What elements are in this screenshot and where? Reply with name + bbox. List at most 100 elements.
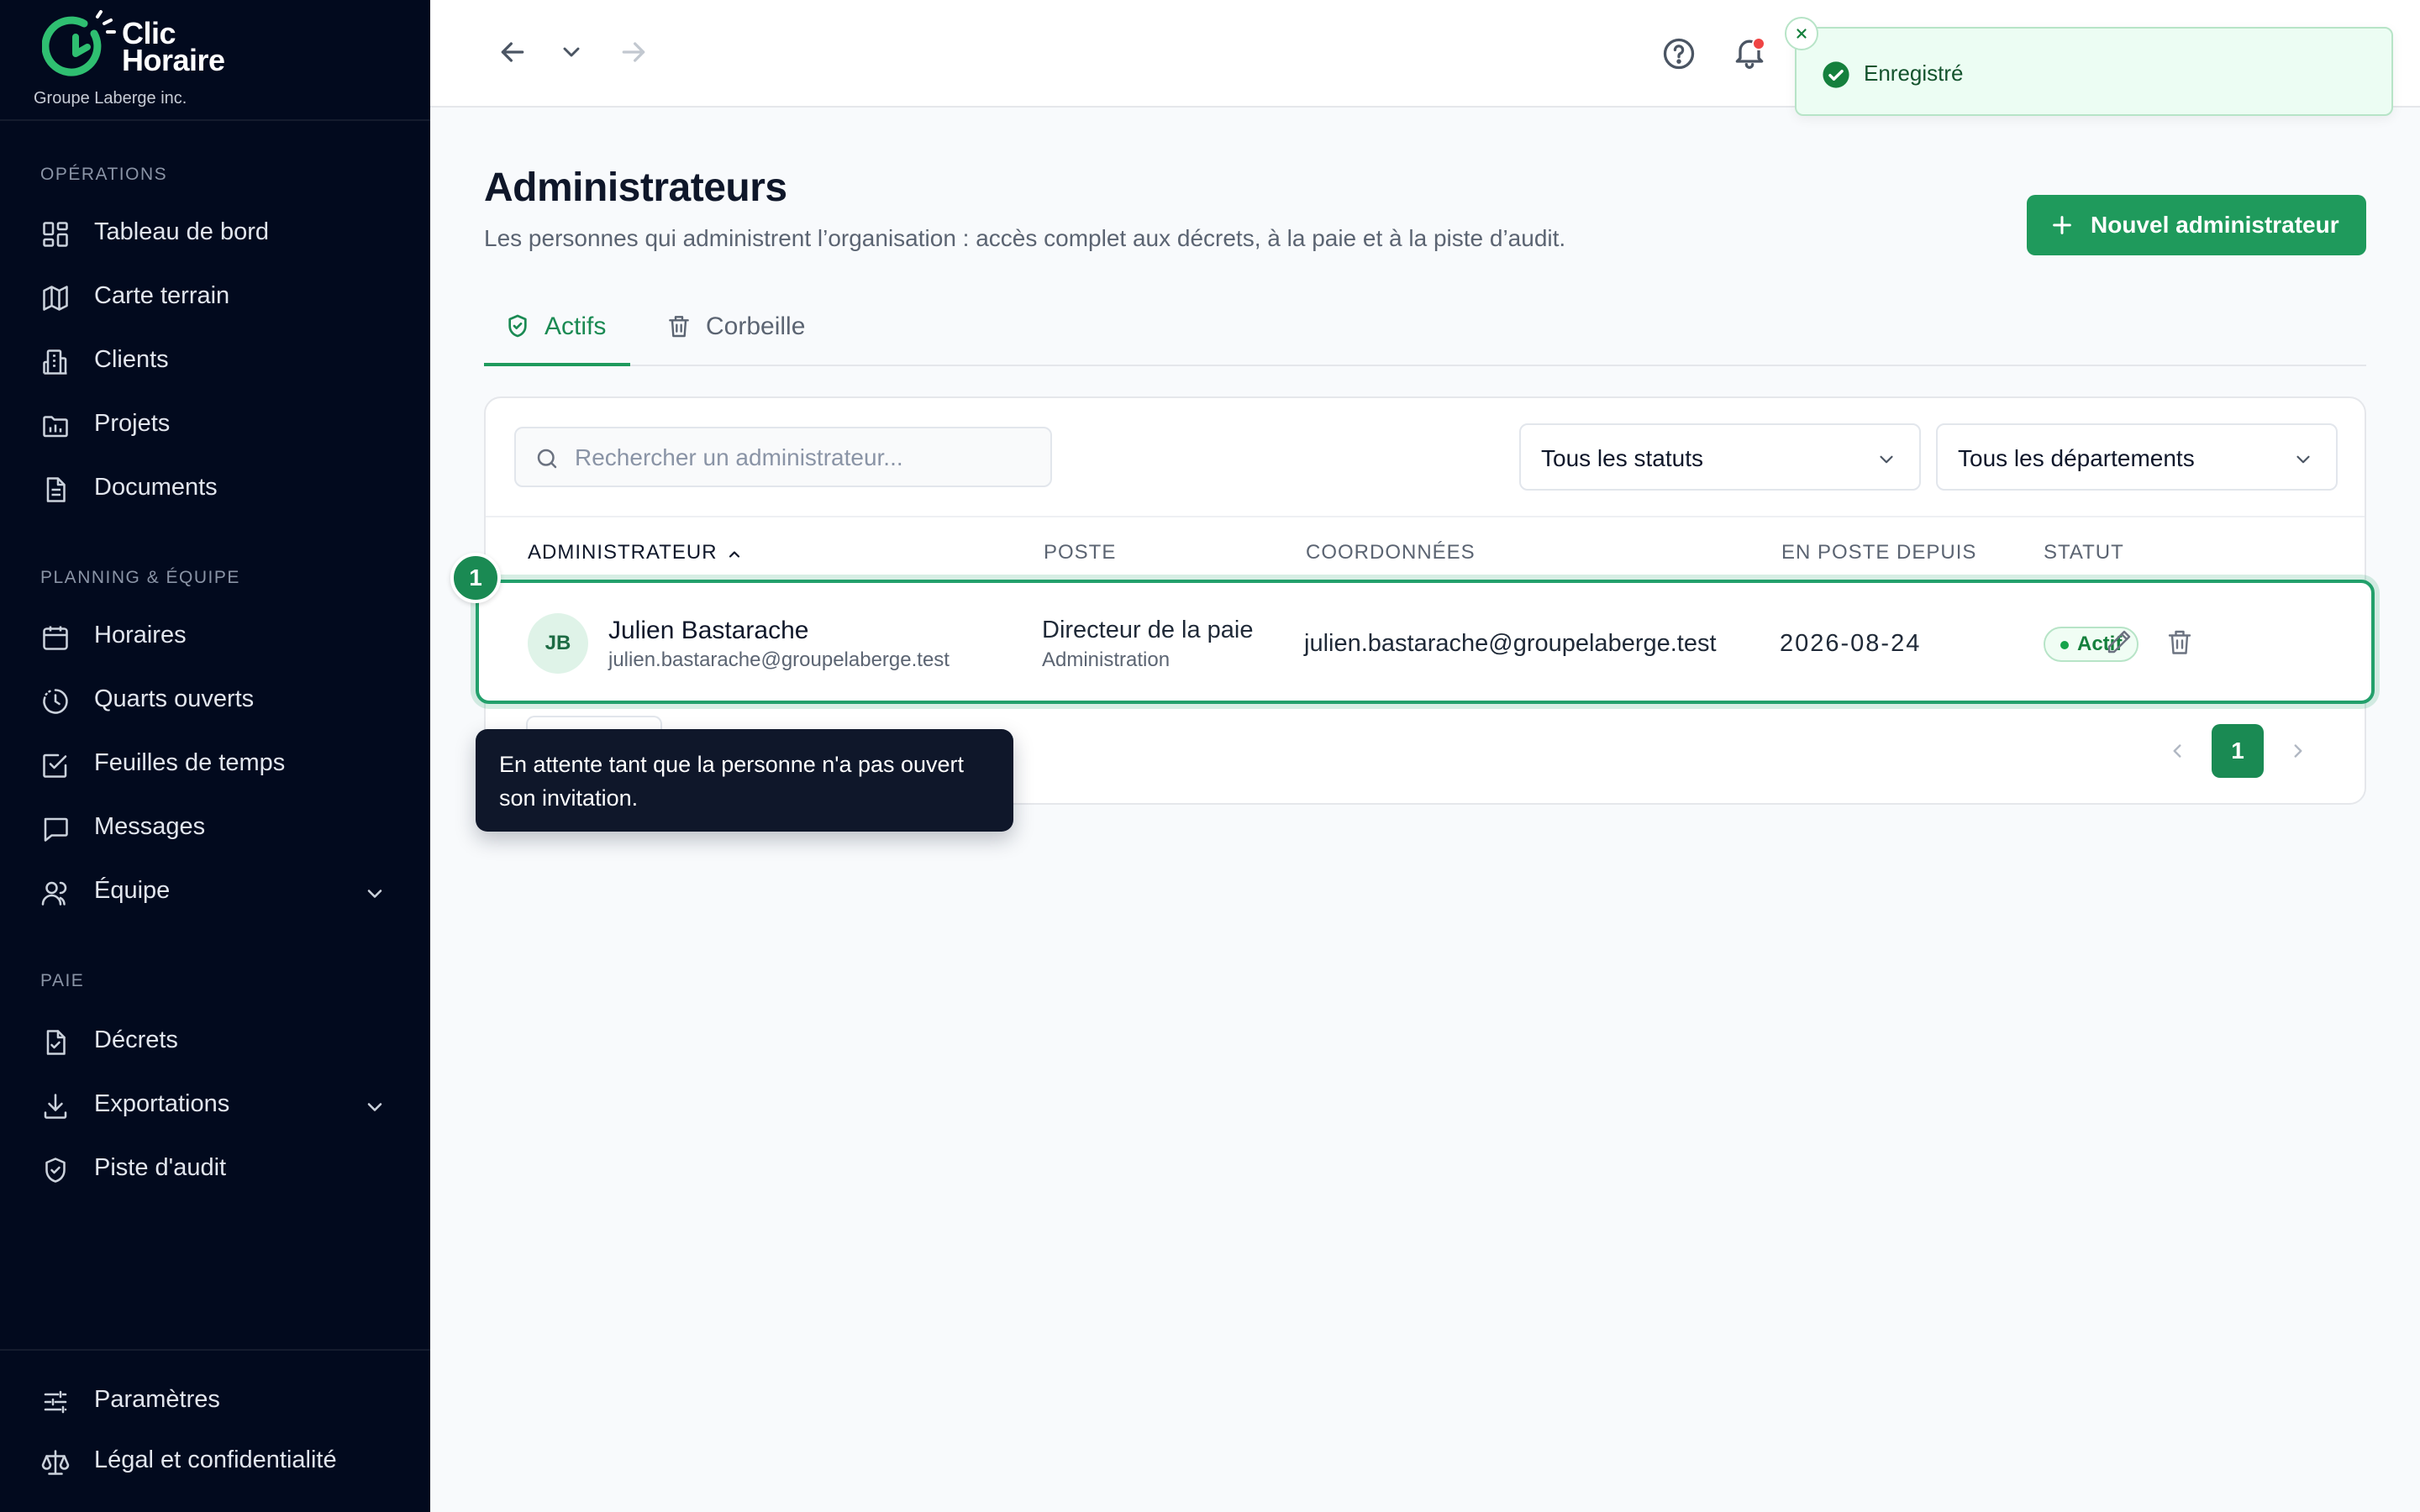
pagination-page-button[interactable]: 1 [2212,724,2264,778]
sidebar-item-timesheets[interactable]: Feuilles de temps [0,738,430,788]
tab-trash[interactable]: Corbeille [645,306,822,366]
shield-check-icon [504,312,531,339]
trash-icon[interactable] [2165,627,2195,657]
sidebar-item-field-map[interactable]: Carte terrain [0,270,430,321]
column-header-administrator[interactable]: ADMINISTRATEUR [528,541,743,564]
sidebar-item-label: Clients [94,345,169,373]
sidebar-item-audit-trail[interactable]: Piste d'audit [0,1142,430,1193]
sidebar-item-schedules[interactable]: Horaires [0,610,430,660]
sidebar-item-label: Messages [94,812,206,840]
tooltip: En attente tant que la personne n'a pas … [476,729,1013,832]
column-header-position[interactable]: POSTE [1044,541,1116,564]
table-row[interactable]: JB Julien Bastarache julien.bastarache@g… [476,580,2375,704]
new-administrator-button[interactable]: Nouvel administrateur [2027,195,2366,255]
sidebar-item-exports[interactable]: Exportations [0,1079,430,1129]
dashboard-grid-icon [40,219,71,249]
chevron-down-icon [1876,449,1897,470]
sidebar-item-label: Projets [94,409,171,437]
tab-label: Corbeille [706,312,806,340]
status-filter-value: Tous les statuts [1541,445,1703,471]
column-header-contact[interactable]: COORDONNÉES [1306,541,1476,564]
success-toast: Enregistré [1795,27,2393,116]
toast-message: Enregistré [1864,60,1964,86]
sidebar-item-label: Paramètres [94,1385,220,1413]
sidebar-item-label: Équipe [94,876,171,904]
pagination-next-button[interactable] [2272,724,2324,778]
column-header-since[interactable]: EN POSTE DEPUIS [1781,541,1976,564]
back-arrow-icon[interactable] [496,35,529,69]
sidebar-item-label: Horaires [94,621,187,648]
page-subtitle: Les personnes qui administrent l’organis… [484,225,1566,251]
section-title-planning: PLANNING & ÉQUIPE [40,568,240,587]
folder-chart-icon [40,411,71,441]
toast-close-button[interactable] [1785,17,1818,50]
column-header-label: ADMINISTRATEUR [528,541,718,564]
section-title-payroll: PAIE [40,971,85,990]
sidebar-item-documents[interactable]: Documents [0,462,430,512]
column-header-status[interactable]: STATUT [2044,541,2124,564]
sliders-icon [40,1387,71,1417]
admin-department: Administration [1042,648,1171,671]
sidebar-item-label: Quarts ouverts [94,685,255,712]
notification-dot [1752,37,1765,50]
admin-contact-email[interactable]: julien.bastarache@groupelaberge.test [1304,630,1717,658]
admin-email-sub: julien.bastarache@groupelaberge.test [608,648,950,671]
forward-arrow-icon[interactable] [617,35,650,69]
sidebar-item-decrees[interactable]: Décrets [0,1015,430,1065]
file-check-icon [40,1027,71,1058]
chevron-left-icon [2173,744,2181,758]
search-input[interactable] [575,438,1037,477]
brand-name: Clic Horaire [122,16,225,77]
section-title-operations: OPÉRATIONS [40,165,168,184]
clock-logo-icon [42,10,116,76]
message-icon [40,814,71,844]
sidebar-item-label: Décrets [94,1026,178,1053]
sidebar-item-messages[interactable]: Messages [0,801,430,852]
sidebar-item-settings[interactable]: Paramètres [0,1374,430,1425]
clock-dashed-icon [40,686,71,717]
sidebar-item-label: Piste d'audit [94,1153,227,1181]
new-administrator-label: Nouvel administrateur [2091,212,2339,238]
admin-position: Directeur de la paie [1042,617,1254,643]
department-filter-value: Tous les départements [1958,445,2195,471]
check-circle-icon [1822,60,1850,89]
tab-active[interactable]: Actifs [484,306,630,366]
step-badge: 1 [450,553,501,603]
shield-check-icon [40,1155,71,1185]
sidebar-item-label: Légal et confidentialité [94,1446,337,1473]
department-filter-select[interactable]: Tous les départements [1936,423,2338,491]
history-chevron-down-icon[interactable] [558,39,585,66]
checkbox-edit-icon [40,750,71,780]
scale-icon [40,1447,71,1478]
page-title: Administrateurs [484,165,787,210]
close-icon [1797,29,1807,39]
sidebar-item-projects[interactable]: Projets [0,398,430,449]
sidebar-item-label: Carte terrain [94,281,230,309]
sidebar-item-team[interactable]: Équipe [0,865,430,916]
document-icon [40,475,71,505]
avatar: JB [528,613,588,674]
pagination-prev-button[interactable] [2151,724,2203,778]
chevron-down-icon[interactable] [363,1095,387,1119]
help-icon[interactable] [1660,35,1697,72]
sidebar-divider [0,119,430,121]
sidebar-divider [0,1349,430,1351]
map-icon [40,283,71,313]
sidebar-item-open-shifts[interactable]: Quarts ouverts [0,674,430,724]
chevron-right-icon [2294,744,2302,758]
table-header-divider [486,516,2365,517]
trash-icon [666,312,692,339]
sidebar-item-dashboard[interactable]: Tableau de bord [0,207,430,257]
search-field[interactable] [514,427,1052,487]
sidebar-item-clients[interactable]: Clients [0,334,430,385]
status-filter-select[interactable]: Tous les statuts [1519,423,1921,491]
calendar-icon [40,622,71,653]
sidebar-item-label: Documents [94,473,218,501]
sidebar-item-legal[interactable]: Légal et confidentialité [0,1435,430,1485]
building-icon [40,347,71,377]
edit-pencil-icon[interactable] [2104,627,2134,657]
chevron-down-icon [2292,449,2314,470]
plus-icon [2050,213,2074,237]
sidebar-item-label: Feuilles de temps [94,748,286,776]
chevron-down-icon[interactable] [363,882,387,906]
